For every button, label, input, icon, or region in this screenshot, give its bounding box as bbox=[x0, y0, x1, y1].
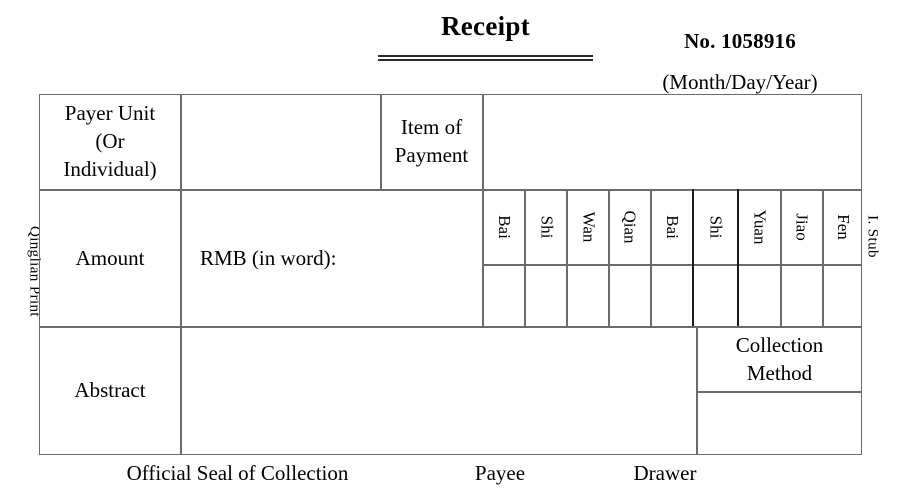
receipt-table: Payer Unit (Or Individual) Item of Payme… bbox=[39, 94, 862, 455]
amount-label-text: Amount bbox=[75, 245, 145, 270]
currency-value-2[interactable] bbox=[568, 266, 608, 326]
currency-value-4[interactable] bbox=[652, 266, 692, 326]
currency-header-0: Bai bbox=[484, 191, 524, 262]
payee-label: Payee bbox=[474, 461, 526, 485]
payer-unit-label-line3: Individual) bbox=[63, 156, 157, 181]
currency-header-7-text: Jiao bbox=[792, 212, 812, 241]
rmb-in-word-label: RMB (in word): bbox=[200, 245, 337, 270]
currency-header-8-text: Fen bbox=[833, 213, 853, 240]
currency-header-8: Fen bbox=[824, 191, 861, 262]
receipt-number: No. 1058916 bbox=[684, 29, 796, 53]
currency-header-0-text: Bai bbox=[494, 214, 514, 239]
item-of-payment-label-line2: Payment bbox=[394, 143, 469, 167]
currency-header-1-text: Shi bbox=[537, 215, 556, 238]
drawer-label: Drawer bbox=[633, 461, 697, 485]
currency-header-2: Wan bbox=[568, 191, 608, 262]
receipt-page: Receipt No. 1058916 (Month/Day/Year) Qin… bbox=[0, 0, 898, 502]
collection-method-value[interactable] bbox=[698, 393, 861, 454]
currency-value-1[interactable] bbox=[526, 266, 566, 326]
item-of-payment-label-line1: Item of bbox=[400, 115, 463, 140]
abstract-label-text: Abstract bbox=[74, 378, 146, 403]
currency-header-4: Bai bbox=[652, 191, 692, 262]
stub-label: I. Stub bbox=[864, 215, 881, 258]
title-underline-upper bbox=[378, 55, 593, 57]
payer-unit-label: Payer Unit (Or Individual) bbox=[40, 95, 180, 189]
receipt-title-block: Receipt bbox=[378, 11, 593, 61]
item-of-payment-value[interactable] bbox=[484, 95, 861, 189]
collection-method-label-line2: Method bbox=[746, 360, 813, 385]
collection-method-label-line1: Collection bbox=[735, 332, 824, 357]
rmb-in-word-field[interactable]: RMB (in word): bbox=[200, 191, 480, 326]
currency-value-3[interactable] bbox=[610, 266, 650, 326]
payer-unit-value[interactable] bbox=[182, 95, 379, 189]
currency-header-1: Shi bbox=[526, 191, 566, 262]
collection-method-label: Collection Method bbox=[698, 328, 861, 391]
title-underline-lower bbox=[378, 59, 593, 61]
date-format-hint: (Month/Day/Year) bbox=[662, 70, 818, 94]
official-seal-label: Official Seal of Collection bbox=[126, 461, 349, 485]
currency-value-6[interactable] bbox=[739, 266, 780, 326]
currency-header-6: Yuan bbox=[739, 191, 780, 262]
currency-header-7: Jiao bbox=[782, 191, 822, 262]
currency-value-8[interactable] bbox=[824, 266, 861, 326]
currency-header-4-text: Bai bbox=[662, 214, 682, 239]
currency-value-7[interactable] bbox=[782, 266, 822, 326]
currency-value-5[interactable] bbox=[694, 266, 737, 326]
currency-header-5: Shi bbox=[694, 191, 737, 262]
currency-header-2-text: Wan bbox=[578, 211, 598, 242]
currency-header-3-text: Qian bbox=[620, 209, 640, 244]
item-of-payment-label: Item of Payment bbox=[382, 95, 481, 189]
currency-header-3: Qian bbox=[610, 191, 650, 262]
page-title: Receipt bbox=[440, 11, 531, 41]
abstract-label: Abstract bbox=[40, 328, 180, 454]
abstract-value[interactable] bbox=[182, 328, 695, 454]
currency-value-0[interactable] bbox=[484, 266, 524, 326]
payer-unit-label-line1: Payer Unit bbox=[64, 101, 156, 126]
amount-label: Amount bbox=[40, 191, 180, 326]
currency-header-6-text: Yuan bbox=[750, 209, 770, 244]
payer-unit-label-line2: (Or bbox=[95, 129, 125, 154]
currency-header-5-text: Shi bbox=[706, 215, 726, 238]
